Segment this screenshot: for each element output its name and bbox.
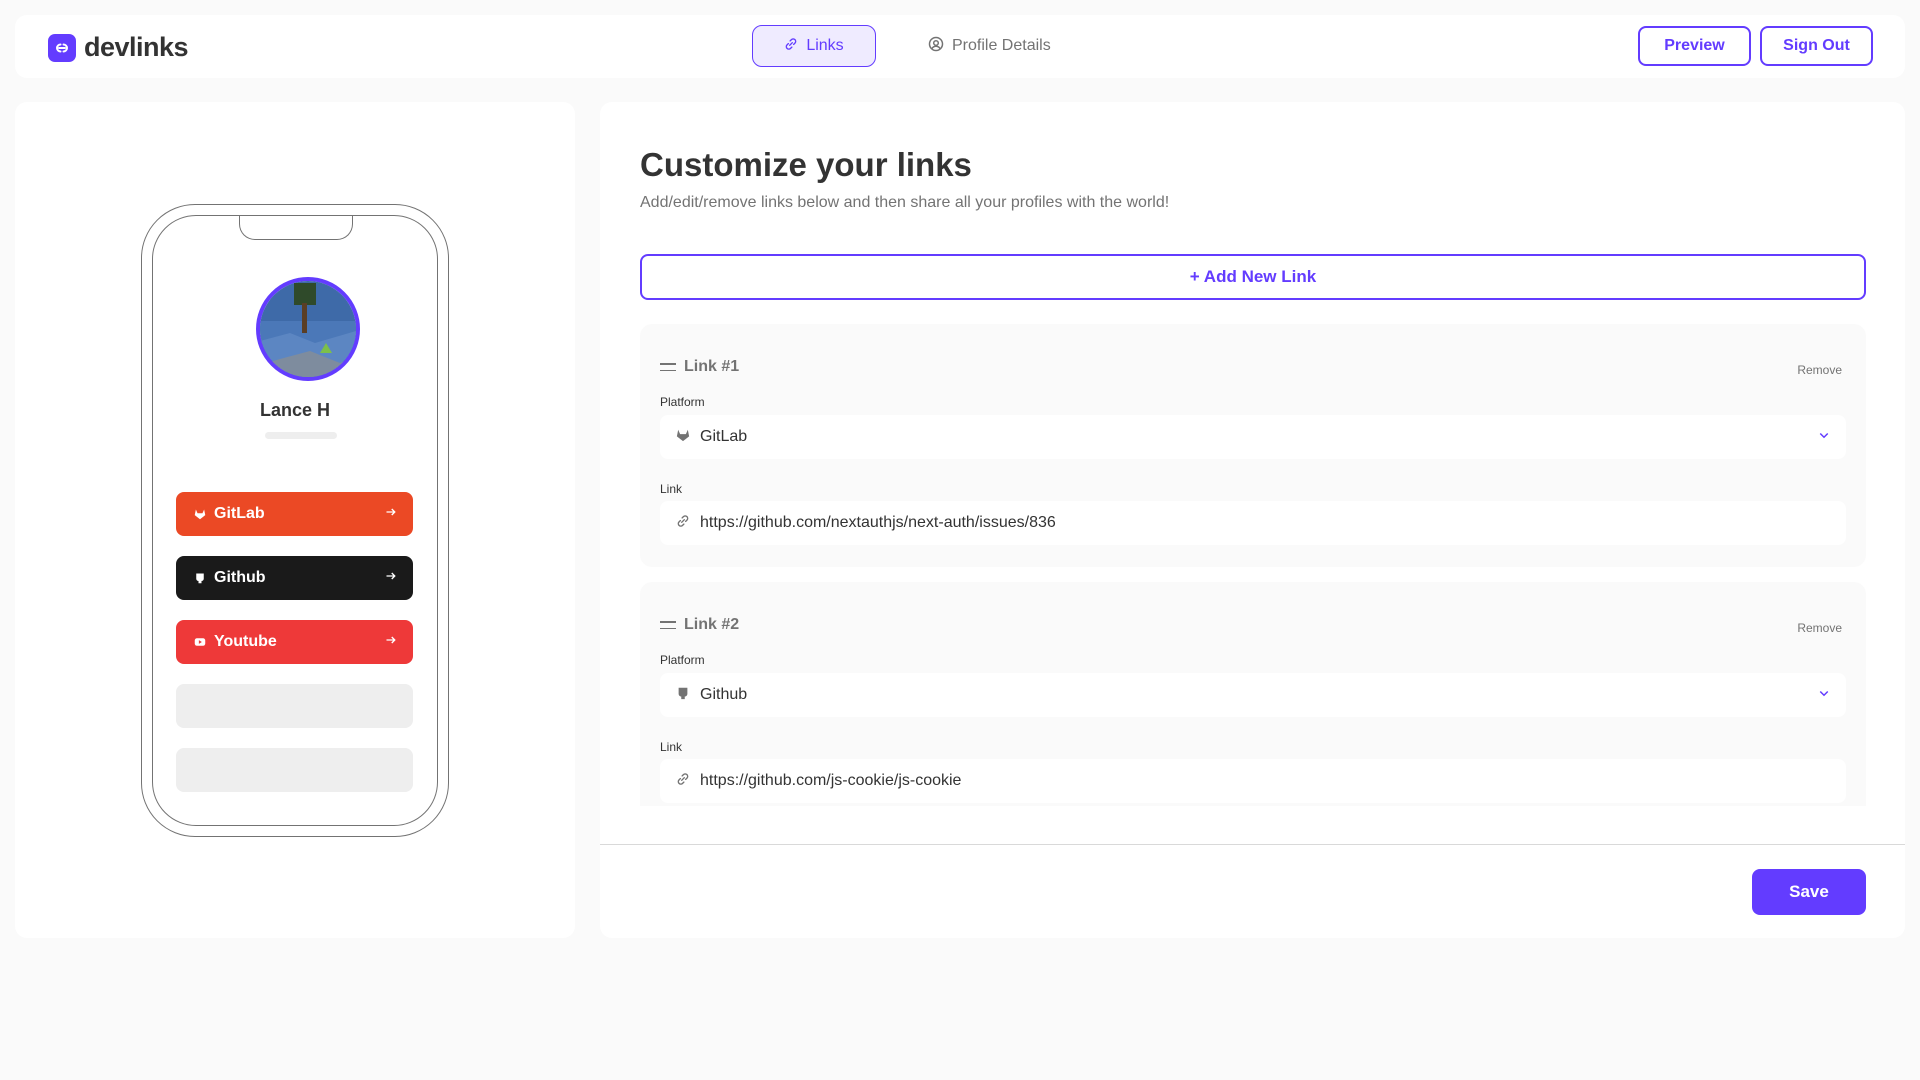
phone-screen: Lance H GitLab Github Youtube (152, 215, 438, 826)
platform-select[interactable]: GitLab (660, 415, 1846, 459)
preview-link-label: Github (214, 569, 266, 586)
profile-email-placeholder (265, 432, 337, 439)
link-card-title: Link #2 (684, 616, 740, 633)
link-label: Link (660, 482, 683, 496)
page-subtitle: Add/edit/remove links below and then sha… (640, 194, 1170, 211)
preview-link-label: Youtube (214, 633, 277, 650)
page-title: Customize your links (640, 146, 972, 183)
links-list: Link #1 Remove Platform GitLab Link http… (640, 324, 1866, 806)
platform-select[interactable]: Github (660, 673, 1846, 717)
preview-link-label: GitLab (214, 505, 265, 522)
gitlab-icon (676, 428, 690, 447)
link-label: Link (660, 740, 683, 754)
arrow-right-icon (385, 569, 397, 587)
app-name: devlinks (84, 32, 189, 62)
drag-handle-icon[interactable] (660, 621, 676, 629)
tab-profile-label: Profile Details (952, 37, 1051, 54)
phone-mockup: Lance H GitLab Github Youtube (141, 204, 449, 837)
link-card-header: Link #2 (660, 616, 739, 634)
platform-label: Platform (660, 395, 705, 409)
top-navbar: devlinks Links Profile Details Preview S… (15, 15, 1905, 78)
tab-links-label: Links (806, 37, 844, 54)
footer-divider (600, 844, 1905, 845)
link-icon (676, 772, 690, 791)
chevron-down-icon (1818, 686, 1830, 704)
arrow-right-icon (385, 633, 397, 651)
preview-button[interactable]: Preview (1638, 26, 1751, 66)
youtube-icon (192, 636, 208, 648)
preview-link-youtube[interactable]: Youtube (176, 620, 413, 664)
remove-link-button[interactable]: Remove (1797, 363, 1842, 377)
drag-handle-icon[interactable] (660, 363, 676, 371)
profile-name: Lance H (259, 400, 331, 420)
preview-link-github[interactable]: Github (176, 556, 413, 600)
github-icon (676, 686, 690, 705)
phone-notch (239, 216, 353, 240)
link-url-input[interactable]: https://github.com/nextauthjs/next-auth/… (660, 501, 1846, 545)
link-url-input[interactable]: https://github.com/js-cookie/js-cookie (660, 759, 1846, 803)
preview-link-empty-slot (176, 684, 413, 728)
chevron-down-icon (1818, 428, 1830, 446)
link-card-title: Link #1 (684, 358, 740, 375)
arrow-right-icon (385, 505, 397, 523)
app-logo[interactable]: devlinks (48, 32, 189, 63)
github-icon (192, 572, 208, 584)
phone-preview-panel: Lance H GitLab Github Youtube (15, 102, 575, 938)
save-button[interactable]: Save (1752, 869, 1866, 915)
link-card: Link #2 Remove Platform Github Link http… (640, 582, 1866, 806)
link-url-value: https://github.com/nextauthjs/next-auth/… (700, 514, 1056, 531)
tab-links[interactable]: Links (752, 25, 876, 67)
preview-link-gitlab[interactable]: GitLab (176, 492, 413, 536)
add-new-link-button[interactable]: + Add New Link (640, 254, 1866, 300)
link-card-header: Link #1 (660, 358, 739, 376)
link-url-value: https://github.com/js-cookie/js-cookie (700, 772, 962, 789)
tab-profile-details[interactable]: Profile Details (920, 25, 1059, 67)
link-icon (784, 37, 798, 56)
platform-select-value: Github (700, 686, 748, 703)
remove-link-button[interactable]: Remove (1797, 621, 1842, 635)
avatar (256, 277, 360, 381)
platform-label: Platform (660, 653, 705, 667)
link-icon (676, 514, 690, 533)
platform-select-value: GitLab (700, 428, 748, 445)
gitlab-icon (192, 508, 208, 520)
links-editor-panel: Customize your links Add/edit/remove lin… (600, 102, 1905, 938)
link-card: Link #1 Remove Platform GitLab Link http… (640, 324, 1866, 567)
user-circle-icon (928, 36, 944, 57)
sign-out-button[interactable]: Sign Out (1760, 26, 1873, 66)
devlinks-logo-icon (48, 33, 76, 62)
preview-link-empty-slot (176, 748, 413, 792)
